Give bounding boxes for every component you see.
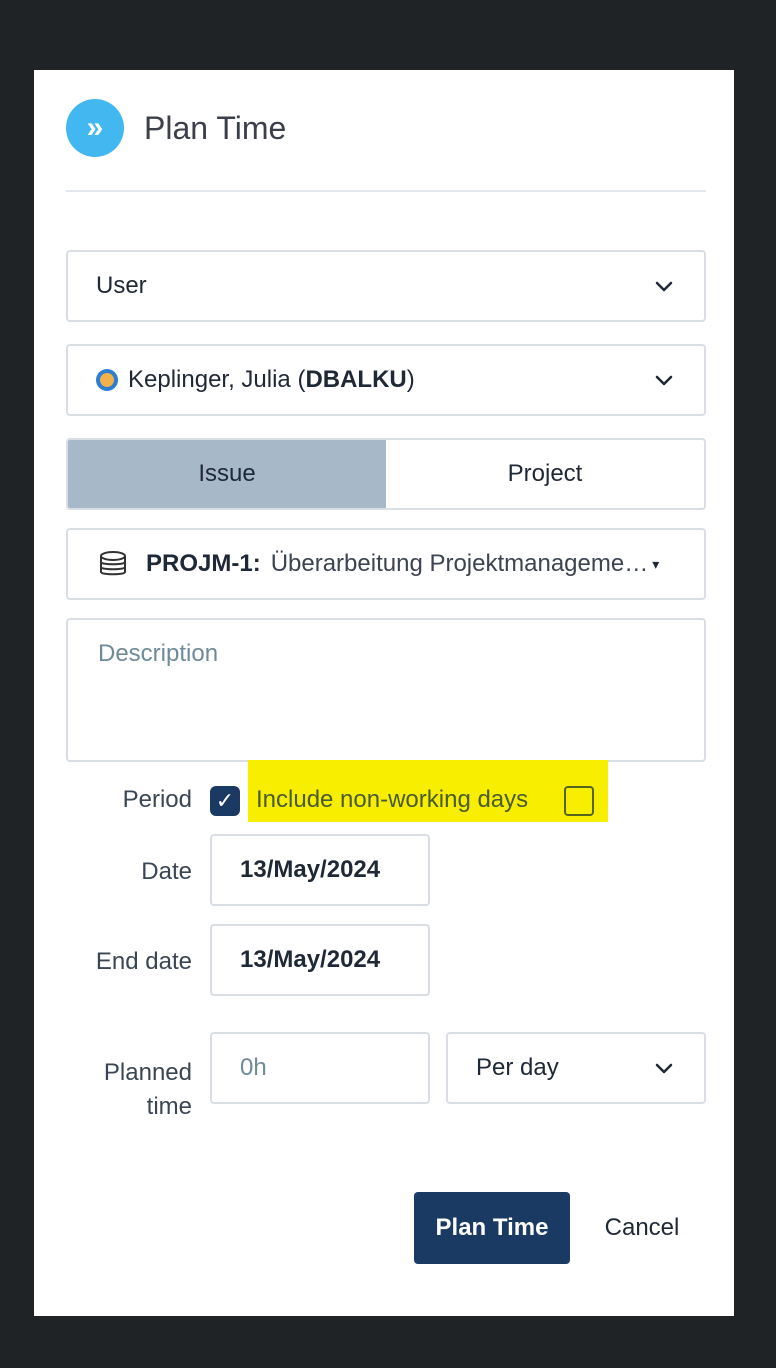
issue-title: Überarbeitung Projektmanageme… <box>270 550 649 577</box>
date-field[interactable]: 13/May/2024 <box>210 834 430 906</box>
end-date-field[interactable]: 13/May/2024 <box>210 924 430 996</box>
assignee-type-value: User <box>96 272 147 299</box>
period-label: Period <box>122 786 192 813</box>
end-date-label: End date <box>95 948 192 975</box>
date-label: Date <box>141 858 192 885</box>
chevron-down-icon <box>655 281 673 292</box>
issue-select[interactable]: PROJM-1: Überarbeitung Projektmanageme… … <box>66 528 706 600</box>
end-date-value: 13/May/2024 <box>240 946 381 973</box>
planned-label-line1: Planned <box>103 1059 192 1086</box>
chevron-down-icon <box>655 375 673 386</box>
planned-unit-select[interactable]: Per day <box>446 1032 706 1104</box>
issue-key: PROJM-1: <box>146 550 261 577</box>
user-suffix: ) <box>406 366 415 393</box>
planned-time-value: 0h <box>240 1054 267 1081</box>
include-nonworking-label: Include non-working days <box>256 786 529 813</box>
cancel-button[interactable]: Cancel <box>590 1192 694 1264</box>
double-chevron-right-icon: » <box>66 99 124 157</box>
tab-issue[interactable]: Issue <box>68 440 386 508</box>
date-value: 13/May/2024 <box>240 856 381 883</box>
assignee-type-select[interactable]: User <box>66 250 706 322</box>
period-checkbox[interactable]: ✓ <box>210 786 240 816</box>
issue-project-toggle: Issue Project <box>66 438 706 510</box>
include-nonworking-checkbox[interactable] <box>564 786 594 816</box>
dialog-header: » Plan Time <box>66 98 286 158</box>
caret-down-icon: ▾ <box>652 555 660 572</box>
description-field[interactable]: Description <box>66 618 706 762</box>
user-select[interactable]: Keplinger, Julia (DBALKU) <box>66 344 706 416</box>
planned-time-input[interactable]: 0h <box>210 1032 430 1104</box>
database-icon <box>100 551 126 576</box>
header-divider <box>66 190 706 192</box>
plan-time-dialog: » Plan Time User Keplinger, Julia (DBALK… <box>34 70 734 1316</box>
planned-label-line2: time <box>146 1093 192 1120</box>
planned-unit-value: Per day <box>476 1054 559 1081</box>
description-placeholder: Description <box>98 640 219 667</box>
planned-time-label: Planned time <box>104 1056 192 1124</box>
user-name: Keplinger, Julia ( <box>128 366 306 393</box>
dialog-title: Plan Time <box>144 109 287 146</box>
chevron-down-icon <box>655 1063 673 1074</box>
user-code: DBALKU <box>305 366 407 393</box>
plan-time-button[interactable]: Plan Time <box>414 1192 570 1264</box>
tab-project[interactable]: Project <box>386 440 704 508</box>
avatar <box>96 369 118 391</box>
